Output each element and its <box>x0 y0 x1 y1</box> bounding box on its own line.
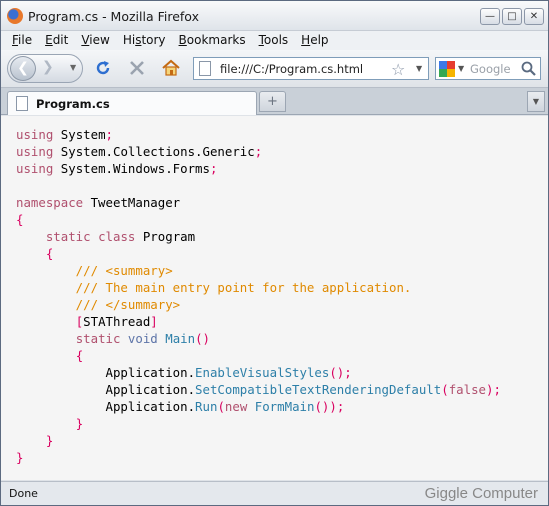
code-line: using System.Windows.Forms; <box>16 161 218 176</box>
new-tab-button[interactable]: + <box>259 91 286 112</box>
forward-icon[interactable]: ❯ <box>42 59 54 75</box>
window-controls: — □ ✕ <box>480 8 544 25</box>
code-line: using System; <box>16 127 113 142</box>
code-line: [STAThread] <box>75 314 158 329</box>
tab-strip: Program.cs + ▼ <box>1 88 548 115</box>
code-block: using System; using System.Collections.Ge… <box>16 126 501 466</box>
maximize-button[interactable]: □ <box>502 8 522 25</box>
search-engine-dropdown-icon[interactable]: ▼ <box>458 64 464 73</box>
url-text[interactable]: file:///C:/Program.cs.html <box>220 62 363 76</box>
back-icon: ❮ <box>17 60 29 76</box>
code-line: Application.Run(new FormMain()); <box>16 399 345 414</box>
history-dropdown-icon[interactable]: ▼ <box>70 63 76 72</box>
code-line: { <box>16 212 24 227</box>
menu-file[interactable]: File <box>6 31 39 50</box>
tab-program-cs[interactable]: Program.cs <box>7 91 257 115</box>
page-icon <box>16 96 28 111</box>
menu-tools[interactable]: Tools <box>253 31 296 50</box>
magnifier-icon[interactable] <box>520 60 537 77</box>
search-input[interactable] <box>470 62 518 76</box>
firefox-logo-icon <box>7 8 23 24</box>
browser-window: Program.cs - Mozilla Firefox — □ ✕ File … <box>0 0 549 506</box>
code-line: static class Program <box>45 229 196 244</box>
menu-view[interactable]: View <box>75 31 116 50</box>
watermark: Giggle Computer <box>424 485 538 502</box>
bookmark-star-icon[interactable]: ☆ <box>391 60 405 79</box>
navigation-toolbar: ❮ ❯ ▼ file:///C:/Program.cs.html ☆ ▼ ▼ <box>1 50 548 88</box>
code-line: { <box>75 348 84 363</box>
page-content: using System; using System.Collections.Ge… <box>1 116 548 480</box>
menu-bookmarks[interactable]: Bookmarks <box>173 31 253 50</box>
code-line: /// <summary> <box>16 263 173 278</box>
page-icon <box>199 61 211 76</box>
back-forward-group: ❮ ❯ ▼ <box>7 54 83 83</box>
code-line: Application.EnableVisualStyles(); <box>16 365 352 380</box>
menu-help[interactable]: Help <box>295 31 335 50</box>
code-line: static void Main() <box>75 331 211 346</box>
search-bar: ▼ <box>435 57 541 80</box>
code-line: /// </summary> <box>16 297 181 312</box>
menu-bar: File Edit View History Bookmarks Tools H… <box>1 31 548 50</box>
code-line: using System.Collections.Generic; <box>16 144 263 159</box>
url-bar[interactable]: file:///C:/Program.cs.html ☆ ▼ <box>193 57 429 80</box>
menu-edit[interactable]: Edit <box>39 31 75 50</box>
code-line: { <box>45 246 54 261</box>
reload-icon[interactable] <box>94 59 112 77</box>
code-line: namespace TweetManager <box>16 195 181 210</box>
status-bar: Done Giggle Computer <box>1 481 548 505</box>
home-icon[interactable] <box>161 58 181 78</box>
window-title: Program.cs - Mozilla Firefox <box>28 9 199 24</box>
code-line: } <box>45 433 54 448</box>
code-line: } <box>16 450 24 465</box>
url-dropdown-icon[interactable]: ▼ <box>416 64 422 73</box>
code-line: /// The main entry point for the applica… <box>16 280 412 295</box>
tab-label: Program.cs <box>36 97 110 111</box>
minimize-button[interactable]: — <box>480 8 500 25</box>
tab-list-dropdown-icon[interactable]: ▼ <box>527 91 545 112</box>
menu-history[interactable]: History <box>117 31 173 50</box>
close-button[interactable]: ✕ <box>524 8 544 25</box>
status-text: Done <box>9 487 38 500</box>
back-button[interactable]: ❮ <box>10 56 36 81</box>
title-bar[interactable]: Program.cs - Mozilla Firefox — □ ✕ <box>1 1 548 31</box>
stop-icon[interactable] <box>128 59 146 77</box>
google-icon[interactable] <box>439 61 455 77</box>
code-line: Application.SetCompatibleTextRenderingDe… <box>16 382 501 397</box>
code-line: } <box>75 416 84 431</box>
